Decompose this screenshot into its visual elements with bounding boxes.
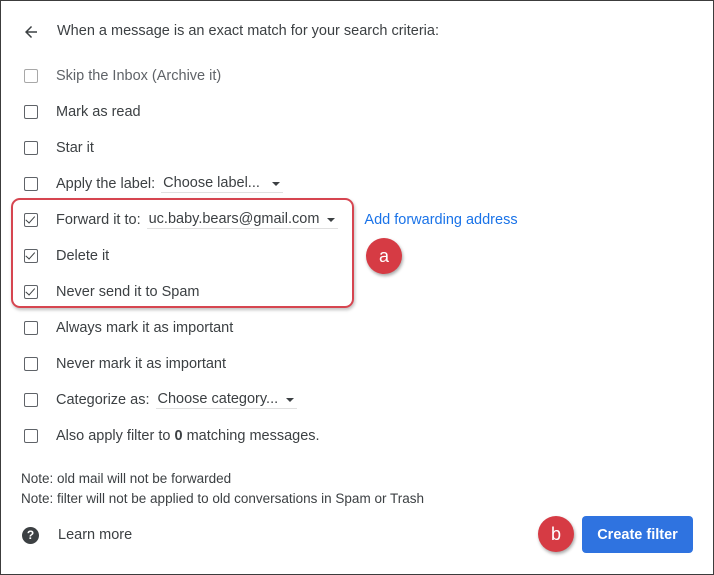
header: When a message is an exact match for you…: [22, 21, 439, 43]
categorize-checkbox[interactable]: [24, 393, 38, 407]
apply-to-existing-suffix: matching messages.: [186, 428, 320, 444]
always-important-checkbox[interactable]: [24, 321, 38, 335]
apply-to-existing-prefix: Also apply filter to: [56, 428, 171, 444]
annotation-badge-a: a: [366, 238, 402, 274]
categorize-label: Categorize as:: [56, 392, 150, 408]
matching-count: 0: [174, 428, 183, 444]
apply-label-label: Apply the label:: [56, 176, 156, 192]
option-apply-to-existing[interactable]: Also apply filter to 0 matching messages…: [24, 425, 320, 447]
create-filter-button[interactable]: Create filter: [582, 516, 693, 553]
option-apply-label[interactable]: Apply the label: Choose label...: [24, 173, 283, 195]
learn-more-row[interactable]: ? Learn more: [22, 524, 132, 546]
always-important-label: Always mark it as important: [56, 320, 234, 336]
annotation-badge-b: b: [538, 516, 574, 552]
label-dropdown[interactable]: Choose label...: [161, 175, 283, 193]
category-dropdown[interactable]: Choose category...: [155, 391, 298, 409]
star-it-checkbox[interactable]: [24, 141, 38, 155]
annotation-highlight-box: [11, 198, 354, 308]
skip-inbox-checkbox[interactable]: [24, 69, 38, 83]
note-forwarding: Note: old mail will not be forwarded: [21, 471, 232, 486]
apply-to-existing-checkbox[interactable]: [24, 429, 38, 443]
apply-label-checkbox[interactable]: [24, 177, 38, 191]
option-categorize[interactable]: Categorize as: Choose category...: [24, 389, 298, 411]
header-title: When a message is an exact match for you…: [57, 23, 439, 39]
never-important-checkbox[interactable]: [24, 357, 38, 371]
label-dropdown-value: Choose label...: [163, 175, 260, 191]
star-it-label: Star it: [56, 140, 94, 156]
skip-inbox-label: Skip the Inbox (Archive it): [56, 68, 222, 84]
learn-more-link[interactable]: Learn more: [58, 527, 132, 543]
add-forwarding-address-link[interactable]: Add forwarding address: [364, 212, 517, 228]
never-important-label: Never mark it as important: [56, 356, 227, 372]
caret-down-icon: [286, 397, 295, 402]
help-circle-icon[interactable]: ?: [22, 526, 39, 544]
option-always-important[interactable]: Always mark it as important: [24, 317, 233, 339]
category-dropdown-value: Choose category...: [157, 391, 279, 407]
option-mark-as-read[interactable]: Mark as read: [24, 101, 141, 123]
mark-as-read-checkbox[interactable]: [24, 105, 38, 119]
option-star-it[interactable]: Star it: [24, 137, 94, 159]
arrow-left-icon[interactable]: [22, 23, 40, 41]
mark-as-read-label: Mark as read: [56, 104, 141, 120]
apply-to-existing-label: Also apply filter to 0 matching messages…: [56, 428, 320, 444]
option-never-important[interactable]: Never mark it as important: [24, 353, 226, 375]
caret-down-icon: [271, 181, 280, 186]
option-skip-inbox[interactable]: Skip the Inbox (Archive it): [24, 65, 221, 87]
note-spam-trash: Note: filter will not be applied to old …: [21, 491, 424, 506]
